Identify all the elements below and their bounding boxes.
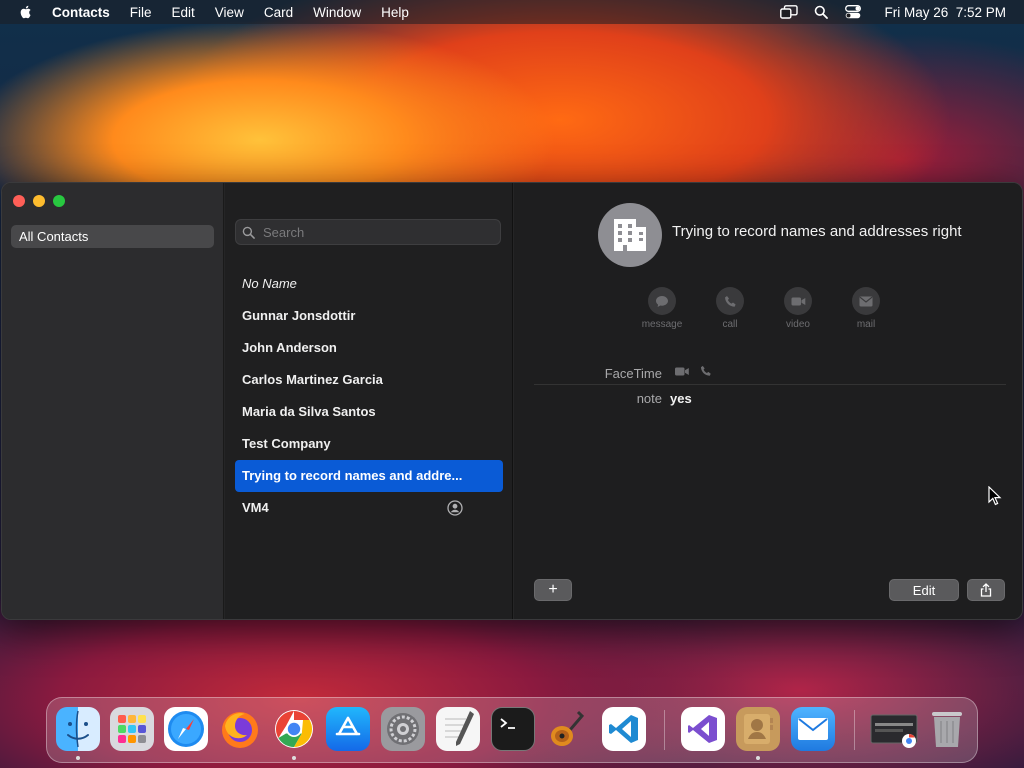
contact-actions: message call video mail bbox=[642, 287, 886, 330]
mail-app-icon[interactable] bbox=[791, 707, 835, 751]
facetime-label: FaceTime bbox=[604, 366, 662, 381]
safari-icon[interactable] bbox=[164, 707, 208, 751]
terminal-icon[interactable] bbox=[491, 707, 535, 751]
firefox-icon[interactable] bbox=[218, 707, 262, 751]
launchpad-icon[interactable] bbox=[110, 707, 154, 751]
facetime-audio-icon[interactable] bbox=[700, 365, 712, 377]
call-action[interactable]: call bbox=[710, 287, 750, 330]
finder-running-indicator bbox=[76, 756, 80, 760]
garageband-icon[interactable] bbox=[545, 707, 589, 751]
video-camera-icon bbox=[791, 297, 805, 305]
note-value[interactable]: yes bbox=[670, 391, 692, 406]
company-avatar bbox=[598, 203, 662, 267]
message-action-label: message bbox=[641, 319, 683, 330]
video-action[interactable]: video bbox=[778, 287, 818, 330]
search-icon bbox=[242, 226, 255, 239]
textedit-icon[interactable] bbox=[436, 707, 480, 751]
vscode-icon[interactable] bbox=[602, 707, 646, 751]
mail-action-label: mail bbox=[856, 319, 876, 330]
facetime-video-icon[interactable] bbox=[674, 366, 690, 377]
control-center-icon[interactable] bbox=[844, 4, 862, 20]
contacts-running-indicator bbox=[756, 756, 760, 760]
menu-bar: Contacts File Edit View Card Window Help… bbox=[0, 0, 1024, 24]
message-action[interactable]: message bbox=[642, 287, 682, 330]
chrome-running-indicator bbox=[292, 756, 296, 760]
contact-row-gunnar-jonsdottir[interactable]: Gunnar Jonsdottir bbox=[235, 300, 503, 332]
share-icon bbox=[980, 583, 992, 597]
menu-view[interactable]: View bbox=[215, 5, 244, 20]
building-icon bbox=[614, 219, 646, 251]
finder-icon[interactable] bbox=[56, 707, 100, 751]
contact-row-test-company[interactable]: Test Company bbox=[235, 428, 503, 460]
video-action-label: video bbox=[786, 319, 810, 330]
minimize-button[interactable] bbox=[33, 195, 45, 207]
edit-button[interactable]: Edit bbox=[889, 579, 959, 601]
contact-row-vm4[interactable]: VM4 bbox=[235, 492, 503, 524]
my-card-person-icon bbox=[447, 500, 463, 516]
app-store-icon[interactable] bbox=[326, 707, 370, 751]
trash-icon[interactable] bbox=[925, 707, 969, 751]
menu-window[interactable]: Window bbox=[313, 5, 361, 20]
window-controls bbox=[13, 195, 65, 207]
menu-app-name[interactable]: Contacts bbox=[52, 5, 110, 20]
menu-edit[interactable]: Edit bbox=[172, 5, 195, 20]
menu-file[interactable]: File bbox=[130, 5, 152, 20]
add-button[interactable]: + bbox=[534, 579, 572, 601]
search-input[interactable] bbox=[261, 223, 485, 241]
contact-detail-pane: Trying to record names and addresses rig… bbox=[514, 183, 1022, 619]
menu-clock[interactable]: Fri May 26 7:52 PM bbox=[884, 5, 1006, 20]
menu-extras: Fri May 26 7:52 PM bbox=[780, 0, 1006, 24]
contacts-list: No Name Gunnar Jonsdottir John Anderson … bbox=[235, 268, 503, 524]
search-field[interactable] bbox=[235, 219, 501, 245]
contact-row-selected[interactable]: Trying to record names and addre... bbox=[235, 460, 503, 492]
sidebar-item-all-contacts[interactable]: All Contacts bbox=[11, 225, 214, 248]
contacts-app-icon[interactable] bbox=[736, 707, 780, 751]
spotlight-search-icon[interactable] bbox=[812, 4, 830, 20]
contact-row-maria-da-silva-santos[interactable]: Maria da Silva Santos bbox=[235, 396, 503, 428]
share-button[interactable] bbox=[967, 579, 1005, 601]
facetime-actions bbox=[674, 365, 712, 377]
dock-separator-2 bbox=[854, 710, 855, 750]
mail-action[interactable]: mail bbox=[846, 287, 886, 330]
apple-menu-icon[interactable] bbox=[18, 4, 34, 20]
dock bbox=[46, 697, 978, 763]
mouse-cursor-icon bbox=[988, 486, 1002, 506]
menu-card[interactable]: Card bbox=[264, 5, 293, 20]
contact-row-vm4-label: VM4 bbox=[242, 500, 269, 515]
contacts-list-pane: No Name Gunnar Jonsdottir John Anderson … bbox=[225, 183, 513, 619]
contact-row-no-name[interactable]: No Name bbox=[235, 268, 503, 300]
note-label: note bbox=[636, 391, 662, 406]
contact-row-john-anderson[interactable]: John Anderson bbox=[235, 332, 503, 364]
contact-row-carlos-martinez-garcia[interactable]: Carlos Martinez Garcia bbox=[235, 364, 503, 396]
menu-help[interactable]: Help bbox=[381, 5, 409, 20]
call-action-label: call bbox=[722, 319, 738, 330]
dock-separator bbox=[664, 710, 665, 750]
chrome-icon[interactable] bbox=[272, 707, 316, 751]
contact-name: Trying to record names and addresses rig… bbox=[672, 223, 962, 240]
groups-sidebar: All Contacts bbox=[2, 183, 224, 619]
close-button[interactable] bbox=[13, 195, 25, 207]
visual-studio-icon[interactable] bbox=[681, 707, 725, 751]
zoom-button[interactable] bbox=[53, 195, 65, 207]
phone-icon bbox=[724, 295, 736, 307]
mail-icon bbox=[859, 296, 873, 306]
field-separator bbox=[534, 384, 1006, 385]
message-icon bbox=[656, 295, 668, 307]
system-settings-icon[interactable] bbox=[381, 707, 425, 751]
minimized-chrome-window-icon[interactable] bbox=[869, 707, 919, 751]
screen-mirroring-icon[interactable] bbox=[780, 4, 799, 20]
contacts-window: All Contacts No Name Gunnar Jonsdottir J… bbox=[1, 182, 1023, 620]
